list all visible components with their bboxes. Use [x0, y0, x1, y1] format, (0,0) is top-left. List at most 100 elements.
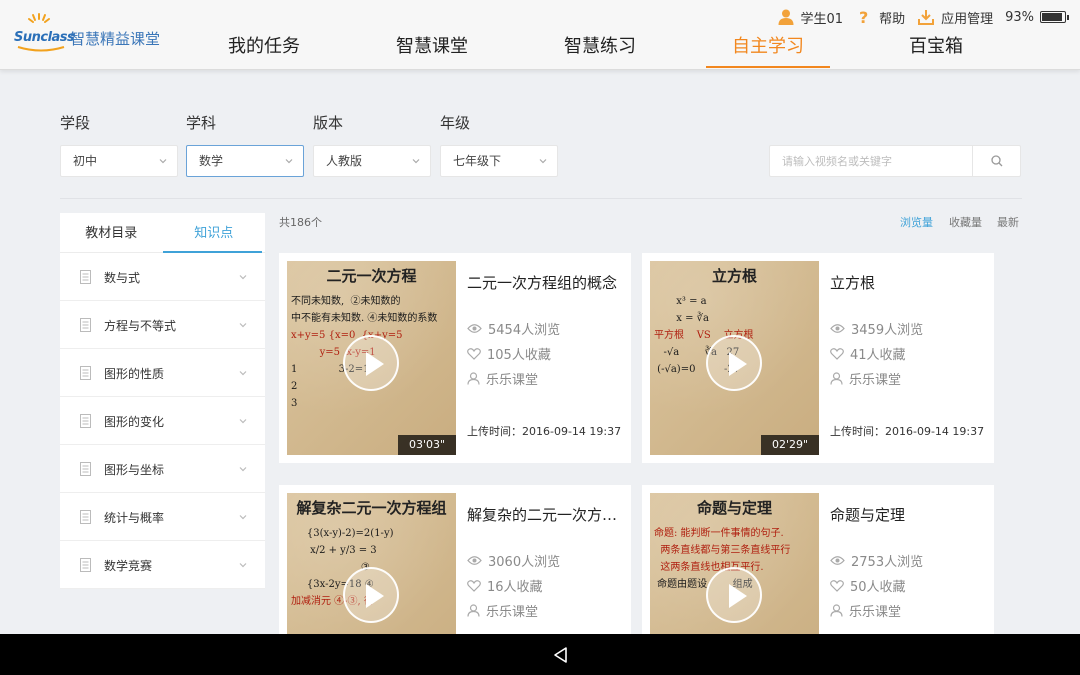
sidebar-item-label: 数学竞赛 [104, 559, 153, 573]
logo-arc-icon [17, 46, 65, 52]
chevron-down-icon [239, 323, 247, 328]
view-count: 2753人浏览 [830, 551, 923, 570]
video-title[interactable]: 立方根 [830, 272, 988, 293]
person-icon [830, 604, 843, 617]
battery-percent: 93% [1005, 9, 1034, 25]
video-card[interactable]: 二元一次方程 不同未知数, ②未知数的 中不能有未知数. ④未知数的系数 x+y=5 … [279, 253, 631, 463]
result-count: 共186个 [279, 216, 322, 229]
sidebar-item[interactable]: 数与式 [60, 253, 265, 301]
video-card[interactable]: 立方根 x³ = a x = ∛a 平方根 VS 立方根 -√a ∛a 27 (-… [642, 253, 994, 463]
document-icon [80, 366, 91, 380]
user-name: 学生01 [800, 11, 844, 27]
document-icon [80, 510, 91, 524]
app-logo: Sunclass 智慧精益课堂 [12, 12, 172, 56]
tab-smart-classroom[interactable]: 智慧课堂 [348, 30, 516, 68]
upload-time: 上传时间：2016-09-14 19:37 [467, 425, 622, 438]
app-header: Sunclass 智慧精益课堂 学生01 ? 帮助 应用管理 93% 我的任务 … [0, 0, 1080, 70]
heart-icon [467, 347, 481, 360]
view-count: 5454人浏览 [467, 319, 560, 338]
sidebar-list: 数与式方程与不等式 图形的性质 图形的变化图形与坐标统计与概率数学竞赛 [60, 253, 265, 589]
subject-select[interactable]: 数学 [186, 145, 304, 177]
main-nav: 我的任务 智慧课堂 智慧练习 自主学习 百宝箱 [180, 30, 1020, 68]
video-title[interactable]: 二元一次方程组的概念 [467, 272, 625, 293]
document-icon [80, 558, 91, 572]
battery-status: 93% [1005, 9, 1069, 25]
knowledge-sidebar: 教材目录 知识点 数与式方程与不等式 图形的性质 图形的变化图形与坐标统计与概率数学… [60, 213, 265, 589]
sidebar-item-label: 数与式 [104, 271, 141, 285]
tab-textbook-catalog[interactable]: 教材目录 [60, 213, 163, 252]
tab-toolbox[interactable]: 百宝箱 [852, 30, 1020, 68]
grade-label: 年级 [440, 114, 471, 132]
app-manage-link[interactable]: 应用管理 [917, 8, 993, 27]
play-icon[interactable] [706, 567, 762, 623]
edition-select-value: 人教版 [326, 154, 363, 168]
sidebar-item-label: 图形与坐标 [104, 463, 165, 477]
battery-icon [1040, 11, 1069, 23]
sidebar-item[interactable]: 统计与概率 [60, 493, 265, 541]
heart-icon [830, 579, 844, 592]
favorite-count: 105人收藏 [467, 344, 551, 363]
subject-label: 学科 [186, 114, 217, 132]
tab-knowledge-points[interactable]: 知识点 [162, 213, 266, 253]
help-link[interactable]: ? 帮助 [855, 8, 905, 27]
edition-select[interactable]: 人教版 [313, 145, 431, 177]
author: 乐乐课堂 [467, 601, 538, 620]
sidebar-item[interactable]: 方程与不等式 [60, 301, 265, 349]
grade-select-value: 七年级下 [453, 154, 502, 168]
video-title[interactable]: 解复杂的二元一次方程组 [467, 504, 625, 525]
search-input[interactable] [770, 146, 974, 176]
help-icon: ? [859, 8, 868, 26]
document-icon [80, 414, 91, 428]
play-icon[interactable] [343, 567, 399, 623]
play-icon[interactable] [343, 335, 399, 391]
chevron-down-icon [159, 159, 167, 164]
view-count: 3060人浏览 [467, 551, 560, 570]
document-icon [80, 318, 91, 332]
top-status-bar: 学生01 ? 帮助 应用管理 93% [765, 6, 1069, 28]
chevron-down-icon [239, 515, 247, 520]
svg-text:?: ? [859, 8, 868, 26]
person-icon [467, 604, 480, 617]
video-thumbnail[interactable]: 立方根 x³ = a x = ∛a 平方根 VS 立方根 -√a ∛a 27 (-… [650, 261, 819, 455]
favorite-count: 16人收藏 [467, 576, 543, 595]
chevron-down-icon [412, 159, 420, 164]
person-icon [467, 372, 480, 385]
tab-my-tasks[interactable]: 我的任务 [180, 30, 348, 68]
sidebar-item[interactable]: 图形与坐标 [60, 445, 265, 493]
sidebar-item[interactable]: 图形的性质 [60, 349, 265, 397]
thumbnail-title: 立方根 [711, 267, 757, 285]
user-menu[interactable]: 学生01 [777, 8, 844, 27]
sort-by-views[interactable]: 浏览量 [900, 214, 933, 230]
tab-self-study[interactable]: 自主学习 [684, 30, 852, 68]
user-icon [778, 9, 794, 25]
sort-by-newest[interactable]: 最新 [997, 214, 1019, 230]
search-icon [991, 155, 1003, 167]
back-triangle-icon[interactable] [552, 646, 570, 664]
sort-by-favorites[interactable]: 收藏量 [949, 214, 982, 230]
sidebar-item[interactable]: 图形的变化 [60, 397, 265, 445]
heart-icon [830, 347, 844, 360]
document-icon [80, 462, 91, 476]
video-title[interactable]: 命题与定理 [830, 504, 988, 525]
tab-smart-practice[interactable]: 智慧练习 [516, 30, 684, 68]
search-button[interactable] [972, 146, 1020, 176]
eye-icon [830, 556, 845, 565]
eye-icon [467, 556, 482, 565]
sidebar-item[interactable]: 数学竞赛 [60, 541, 265, 589]
document-icon [80, 270, 91, 284]
video-thumbnail[interactable]: 二元一次方程 不同未知数, ②未知数的 中不能有未知数. ④未知数的系数 x+y=5 … [287, 261, 456, 455]
author: 乐乐课堂 [830, 369, 901, 388]
chevron-down-icon [539, 159, 547, 164]
grade-select[interactable]: 七年级下 [440, 145, 558, 177]
system-nav-bar [0, 634, 1080, 675]
stage-select[interactable]: 初中 [60, 145, 178, 177]
brand-name-cn: 智慧精益课堂 [70, 30, 161, 48]
filter-divider [60, 198, 1022, 199]
stage-label: 学段 [60, 114, 91, 132]
play-icon[interactable] [706, 335, 762, 391]
upload-time: 上传时间：2016-09-14 19:37 [830, 425, 985, 438]
edition-label: 版本 [313, 114, 344, 132]
thumbnail-title: 解复杂二元一次方程组 [296, 499, 447, 517]
subject-select-value: 数学 [199, 154, 224, 168]
thumbnail-title: 命题与定理 [696, 499, 772, 517]
